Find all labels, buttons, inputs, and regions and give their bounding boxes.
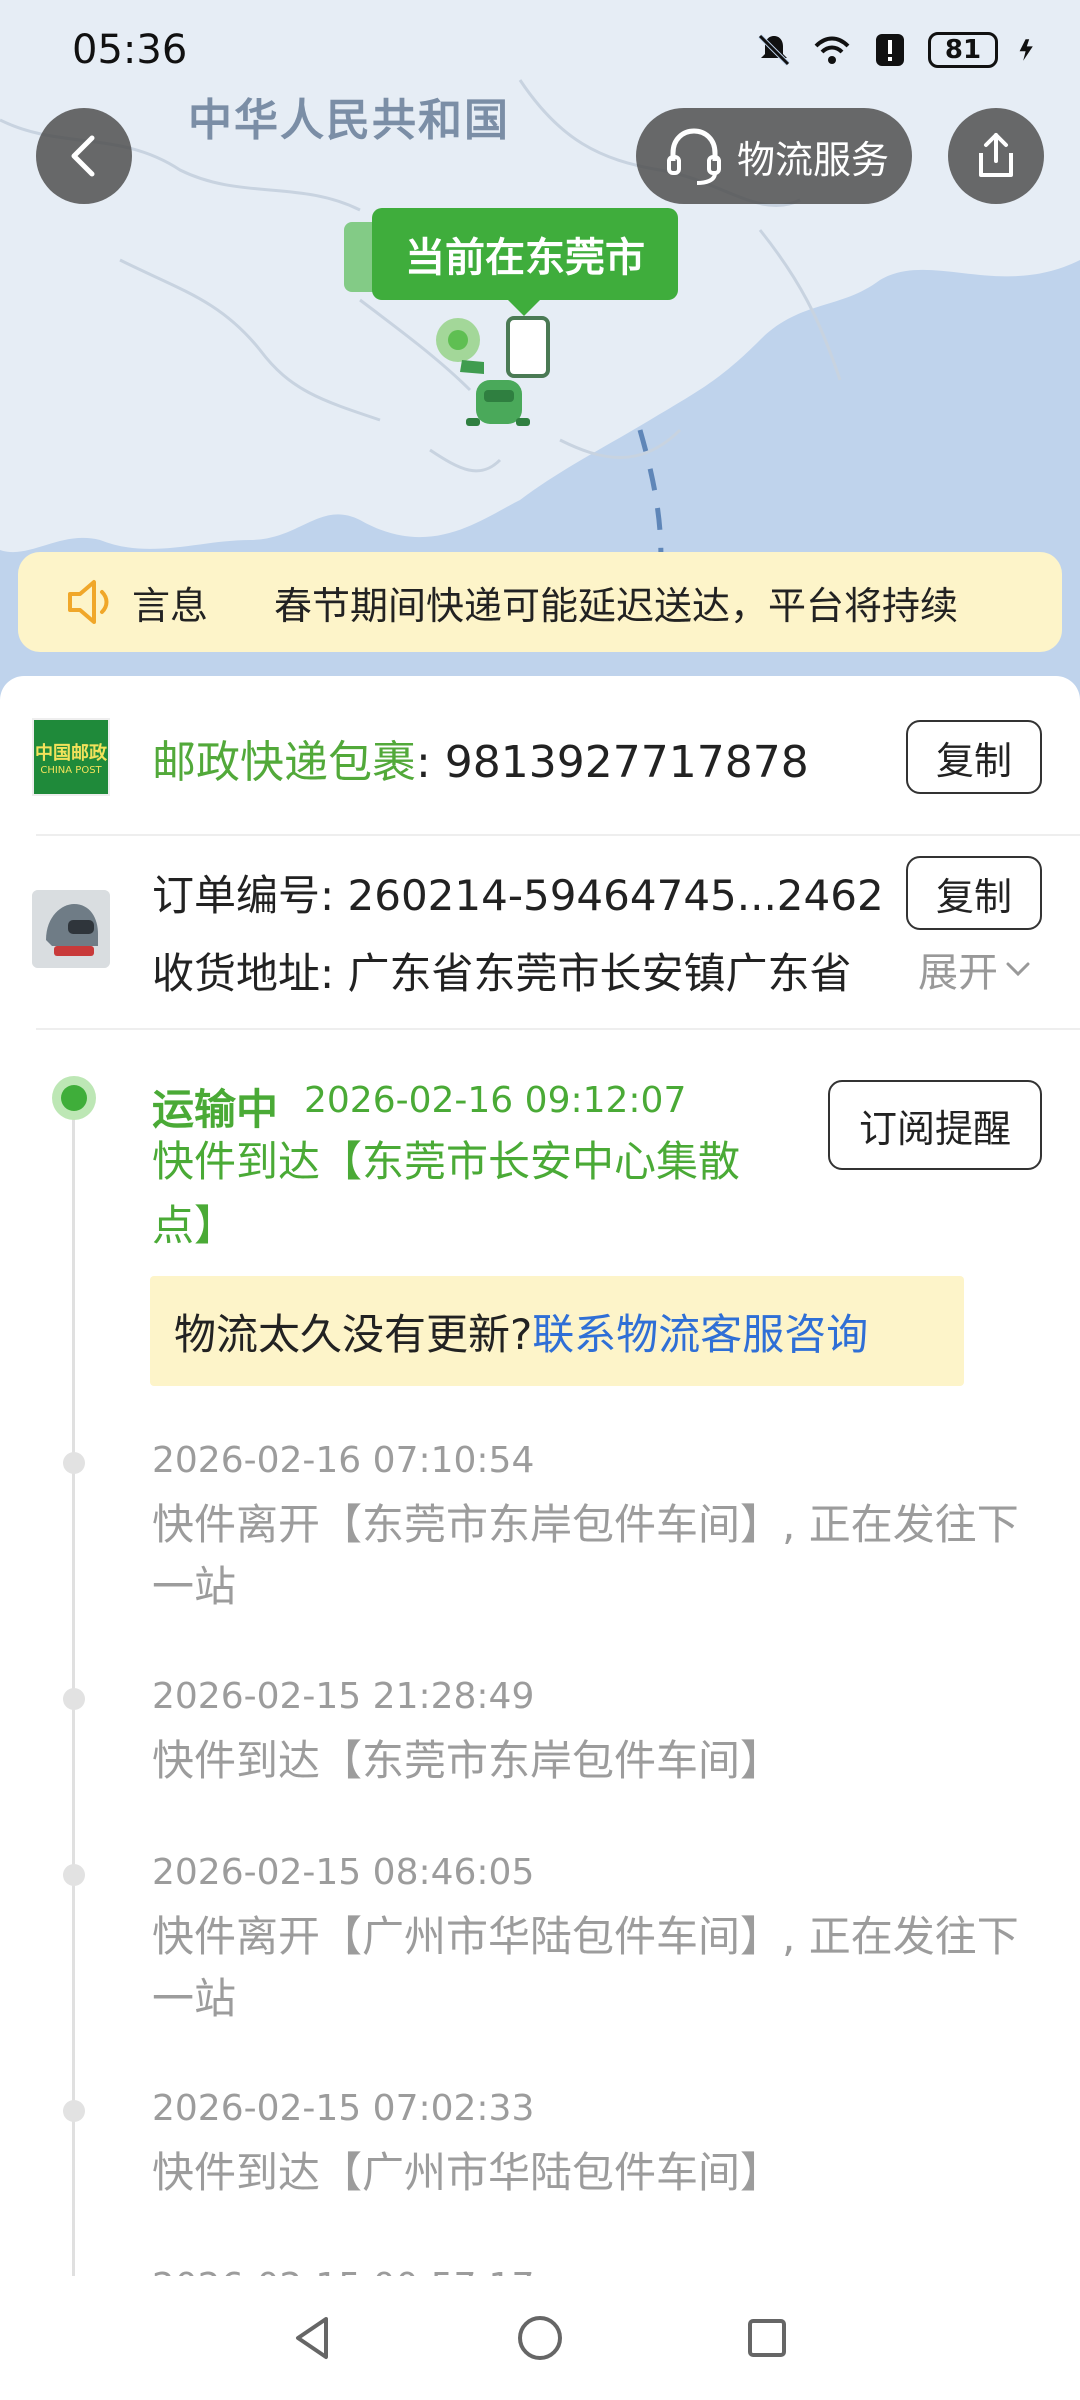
delivery-truck-icon (460, 316, 550, 426)
nav-home-icon[interactable] (515, 2313, 565, 2363)
expand-address-button[interactable]: 展开 (918, 940, 1032, 998)
announcement-banner[interactable]: 言息 春节期间快递可能延迟送达，平台将持续 (18, 552, 1062, 652)
event-description: 快件离开【东莞市东岸包件车间】, 正在发往下一站 (152, 1500, 1019, 1611)
logistics-service-button[interactable]: 物流服务 (636, 108, 912, 204)
status-description: 快件到达【东莞市长安中心集散点】 (152, 1137, 741, 1250)
helmet-image (32, 890, 110, 968)
wifi-icon (814, 36, 850, 64)
contact-support-link[interactable]: 联系物流客服咨询 (532, 1301, 868, 1362)
nav-back-icon[interactable] (288, 2313, 338, 2363)
event-time: 2026-02-15 07:02:33 (152, 2088, 535, 2129)
support-prompt-text: 物流太久没有更新? (174, 1309, 533, 1359)
chevron-down-icon (1006, 962, 1030, 977)
product-thumbnail[interactable] (32, 890, 110, 968)
copy-tracking-button[interactable]: 复制 (906, 720, 1042, 794)
event-description: 快件到达【东莞市东岸包件车间】 (152, 1736, 783, 1785)
order-number: 订单编号: 260214-59464745...2462 (152, 871, 884, 920)
system-nav-bar (0, 2276, 1080, 2400)
timeline-dot (63, 1452, 85, 1474)
tracking-number: : 9813927717878 (416, 737, 809, 788)
headset-icon (666, 128, 721, 185)
tracking-number-line: 邮政快递包裹: 9813927717878 (152, 726, 809, 790)
event-time: 2026-02-15 00:57:17 (152, 2266, 534, 2276)
china-post-logo: 中国邮政 CHINA POST (32, 718, 110, 796)
mute-icon (758, 34, 790, 66)
charging-icon (1019, 39, 1033, 61)
shipping-status: 运输中 (152, 1085, 279, 1134)
timeline-dot (63, 1864, 85, 1886)
status-time: 05:36 (72, 27, 188, 73)
delivery-address: 收货地址: 广东省东莞市长安镇广东省 (152, 949, 852, 998)
divider (36, 834, 1080, 836)
nav-recents-icon[interactable] (742, 2313, 792, 2363)
event-description: 快件离开【广州市华陆包件车间】, 正在发往下一站 (152, 1912, 1019, 2023)
battery-icon: 81 (928, 32, 998, 68)
logistics-service-label: 物流服务 (736, 137, 889, 182)
speaker-icon (68, 580, 109, 624)
copy-order-button[interactable]: 复制 (906, 856, 1042, 930)
share-button[interactable] (948, 108, 1044, 204)
logo-cn: 中国邮政 (35, 742, 107, 764)
event-time: 2026-02-15 21:28:49 (152, 1676, 535, 1717)
tracking-card: 中国邮政 CHINA POST 邮政快递包裹: 9813927717878 复制… (0, 676, 1080, 2276)
timeline-dot (63, 1688, 85, 1710)
chevron-left-icon (71, 135, 95, 177)
back-button[interactable] (36, 108, 132, 204)
status-icons: 81 (754, 30, 1040, 70)
alert-icon (876, 34, 904, 66)
announcement-title: 言息 (132, 583, 209, 628)
announcement-text: 春节期间快递可能延迟送达，平台将持续 (274, 583, 959, 628)
current-location-bubble: 当前在东莞市 (372, 208, 678, 316)
status-time: 2026-02-16 09:12:07 (304, 1080, 687, 1121)
logo-en: CHINA POST (40, 764, 102, 776)
expand-label: 展开 (918, 950, 998, 996)
divider (36, 1028, 1080, 1030)
timeline-dot-current (52, 1076, 96, 1120)
status-bar: 05:36 81 (0, 0, 1080, 100)
share-icon (979, 133, 1013, 177)
timeline-dot (63, 2100, 85, 2122)
event-time: 2026-02-15 08:46:05 (152, 1852, 535, 1893)
support-prompt: 物流太久没有更新? 联系物流客服咨询 (150, 1276, 964, 1386)
timeline-line (72, 1096, 75, 2276)
event-time: 2026-02-16 07:10:54 (152, 1440, 535, 1481)
carrier-name[interactable]: 邮政快递包裹 (152, 737, 416, 788)
event-description: 快件到达【广州市华陆包件车间】 (152, 2148, 783, 2197)
subscribe-reminder-button[interactable]: 订阅提醒 (828, 1080, 1042, 1170)
